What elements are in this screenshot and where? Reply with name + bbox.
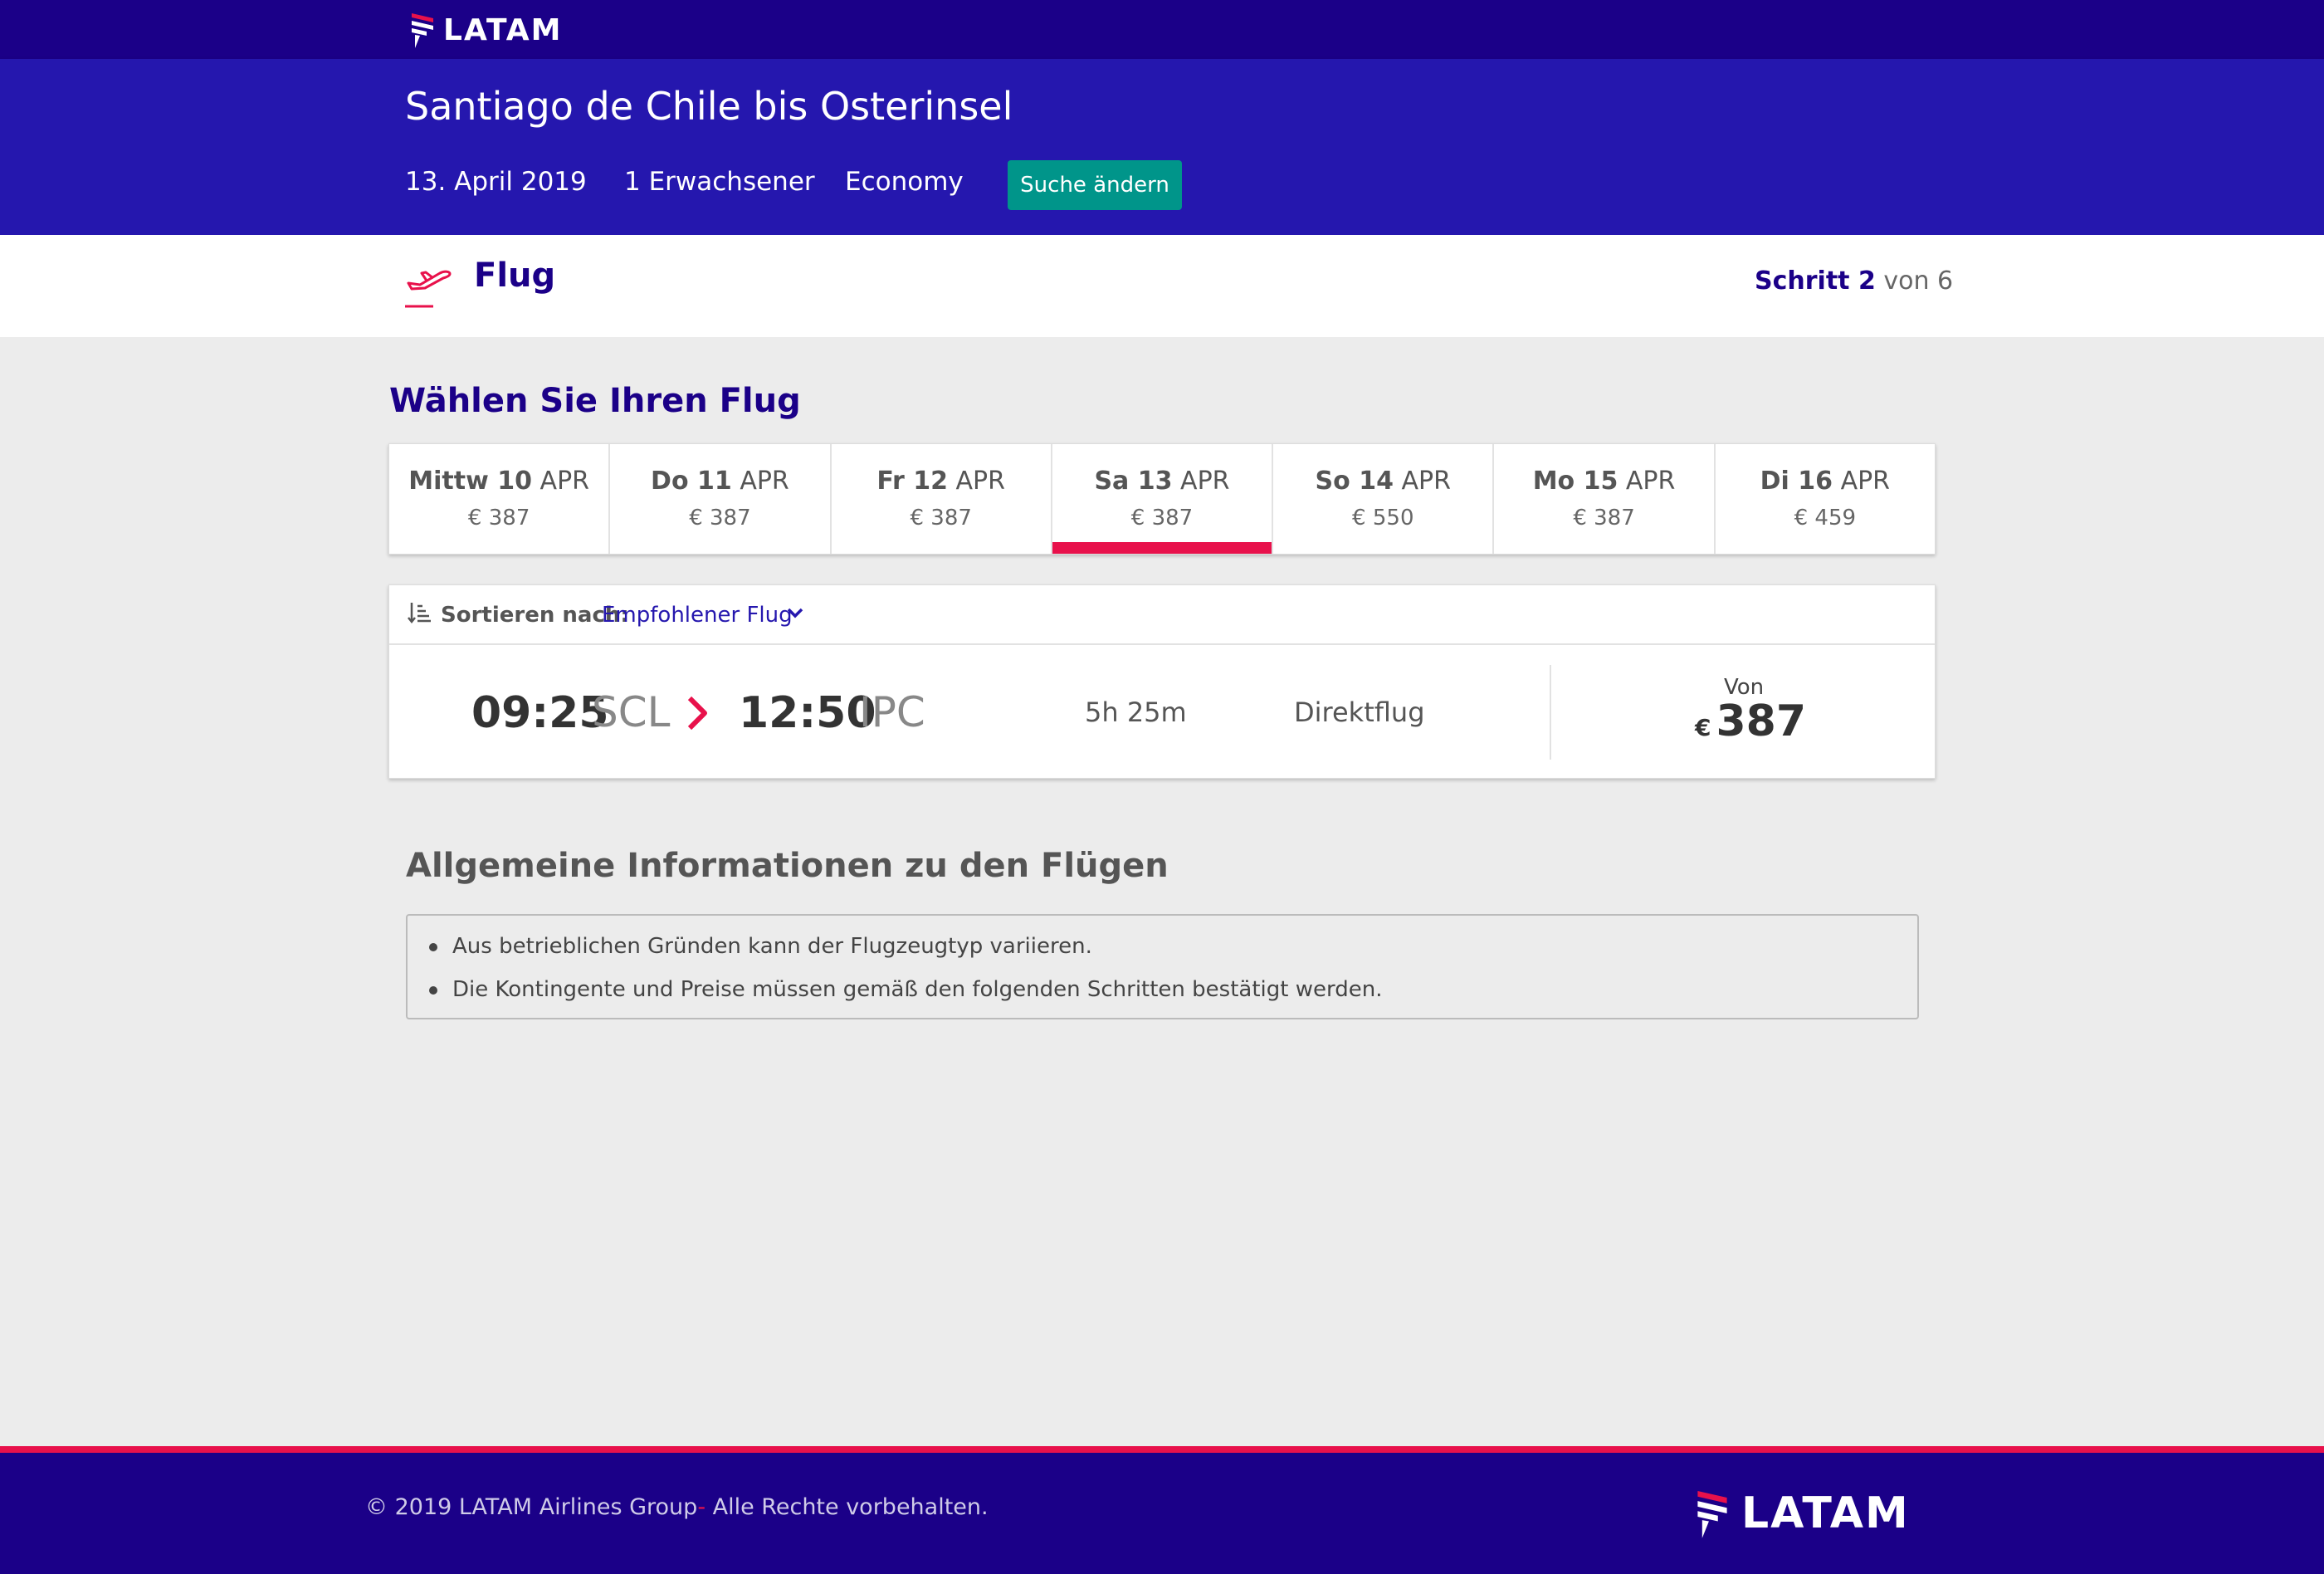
flight-duration: 5h 25m	[1085, 697, 1187, 728]
flight-price[interactable]: €387	[1695, 697, 1806, 746]
flight-stops[interactable]: Direktflug	[1294, 697, 1425, 728]
latam-logo[interactable]: LATAM	[408, 10, 562, 50]
date-day: Sa 13	[1094, 467, 1173, 496]
date-day: Fr 12	[876, 467, 948, 496]
date-tab-day: Mo 15 APR	[1494, 467, 1713, 496]
info-text: Die Kontingente und Preise müssen gemäß …	[452, 977, 1383, 1002]
date-selector: Mittw 10 APR € 387 Do 11 APR € 387 Fr 12…	[388, 443, 1936, 555]
date-price: € 550	[1352, 506, 1414, 530]
latam-logo-footer[interactable]: LATAM	[1693, 1484, 1910, 1542]
step-total: von 6	[1883, 266, 1954, 296]
date-tab-day: Mittw 10 APR	[389, 467, 608, 496]
date-day: So 14	[1315, 467, 1394, 496]
info-title: Allgemeine Informationen zu den Flügen	[406, 847, 1169, 885]
logo-wordmark: LATAM	[1741, 1488, 1910, 1538]
search-date: 13. April 2019	[405, 167, 587, 197]
step-counter: Schritt 2 von 6	[1755, 266, 1953, 296]
flight-option[interactable]: 09:25 SCL 12:50 IPC 5h 25m Direktflug Vo…	[389, 647, 1935, 780]
date-tab[interactable]: Fr 12 APR € 387	[832, 444, 1052, 554]
date-price: € 387	[1130, 506, 1194, 530]
date-month: APR	[740, 467, 789, 496]
copyright-prefix: © 2019 LATAM Airlines Group	[365, 1494, 698, 1520]
copyright: © 2019 LATAM Airlines Group- Alle Rechte…	[365, 1494, 989, 1520]
step-title: Flug	[474, 257, 556, 295]
step-bar: Flug Schritt 2 von 6	[0, 235, 2324, 337]
date-tab[interactable]: So 14 APR € 550	[1273, 444, 1495, 554]
date-month: APR	[1840, 467, 1891, 496]
sort-label: Sortieren nach:	[441, 603, 629, 628]
date-price: € 387	[467, 506, 530, 530]
info-item: Die Kontingente und Preise müssen gemäß …	[408, 972, 1917, 1015]
date-price: € 387	[689, 506, 751, 530]
chevron-down-icon[interactable]	[786, 607, 804, 620]
copyright-dash: -	[697, 1494, 706, 1520]
date-day: Mo 15	[1532, 467, 1618, 496]
date-tab-day: Do 11 APR	[610, 467, 829, 496]
change-search-button[interactable]: Suche ändern	[1008, 160, 1182, 210]
page-title: Wählen Sie Ihren Flug	[389, 382, 801, 420]
info-text: Aus betrieblichen Gründen kann der Flugz…	[452, 934, 1092, 959]
sort-bar: Sortieren nach: Empfohlener Flug	[389, 585, 1935, 645]
latam-logo-icon	[1697, 1490, 1727, 1538]
copyright-suffix: Alle Rechte vorbehalten.	[706, 1494, 989, 1520]
sort-dropdown[interactable]: Empfohlener Flug	[602, 603, 793, 628]
airplane-takeoff-icon	[405, 270, 452, 308]
latam-logo-icon	[412, 13, 433, 48]
date-tab-day: Fr 12 APR	[832, 467, 1051, 496]
date-tab-day: So 14 APR	[1273, 467, 1492, 496]
search-passengers: 1 Erwachsener	[624, 167, 815, 197]
date-month: APR	[1401, 467, 1451, 496]
departure-time: 09:25	[471, 688, 609, 738]
sort-icon	[408, 603, 431, 624]
date-month: APR	[540, 467, 590, 496]
info-item: Aus betrieblichen Gründen kann der Flugz…	[408, 929, 1917, 972]
date-tab[interactable]: Do 11 APR € 387	[610, 444, 832, 554]
logo-wordmark: LATAM	[443, 12, 563, 47]
date-tab[interactable]: Mo 15 APR € 387	[1494, 444, 1716, 554]
date-month: APR	[1180, 467, 1230, 496]
date-day: Di 16	[1760, 467, 1833, 496]
date-tab[interactable]: Di 16 APR € 459	[1716, 444, 1935, 554]
bullet-icon	[429, 986, 437, 995]
step-current: Schritt 2	[1755, 266, 1876, 296]
info-box: Aus betrieblichen Gründen kann der Flugz…	[406, 914, 1919, 1019]
departure-airport: SCL	[592, 688, 671, 736]
flight-results: Sortieren nach: Empfohlener Flug 09:25 S…	[388, 584, 1936, 779]
footer: © 2019 LATAM Airlines Group- Alle Rechte…	[0, 1453, 2324, 1574]
date-price: € 387	[910, 506, 972, 530]
date-tab[interactable]: Mittw 10 APR € 387	[389, 444, 611, 554]
date-month: APR	[1625, 467, 1676, 496]
date-day: Mittw 10	[408, 467, 532, 496]
date-month: APR	[955, 467, 1005, 496]
bullet-icon	[429, 943, 437, 951]
price-currency: €	[1695, 714, 1711, 741]
arrival-time: 12:50	[739, 688, 876, 738]
price-amount: 387	[1716, 697, 1807, 746]
date-tab-selected[interactable]: Sa 13 APR € 387	[1052, 444, 1274, 554]
date-price: € 459	[1794, 506, 1857, 530]
footer-stripe	[0, 1446, 2324, 1453]
search-summary: Santiago de Chile bis Osterinsel 13. Apr…	[0, 59, 2324, 235]
date-day: Do 11	[651, 467, 732, 496]
top-bar: LATAM	[0, 0, 2324, 59]
route-title: Santiago de Chile bis Osterinsel	[405, 84, 1013, 129]
arrival-airport: IPC	[859, 688, 925, 736]
search-cabin: Economy	[845, 167, 964, 197]
date-price: € 387	[1573, 506, 1635, 530]
date-tab-day: Sa 13 APR	[1052, 467, 1272, 496]
divider	[1550, 665, 1551, 760]
chevron-right-icon	[687, 696, 707, 731]
date-tab-day: Di 16 APR	[1716, 467, 1935, 496]
